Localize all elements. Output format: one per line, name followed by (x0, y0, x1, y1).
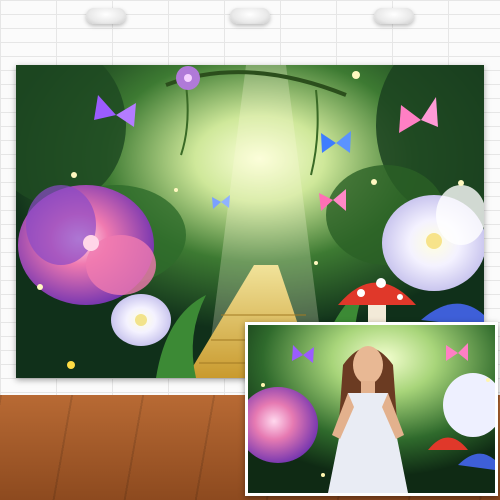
inset-illustration (248, 325, 495, 493)
ceiling-lamp-icon (374, 8, 414, 24)
product-photo-scene (0, 0, 500, 500)
ceiling-lamp-icon (230, 8, 270, 24)
ceiling-lamp-icon (86, 8, 126, 24)
flower-icon (111, 294, 171, 346)
example-photo-inset (245, 322, 498, 496)
